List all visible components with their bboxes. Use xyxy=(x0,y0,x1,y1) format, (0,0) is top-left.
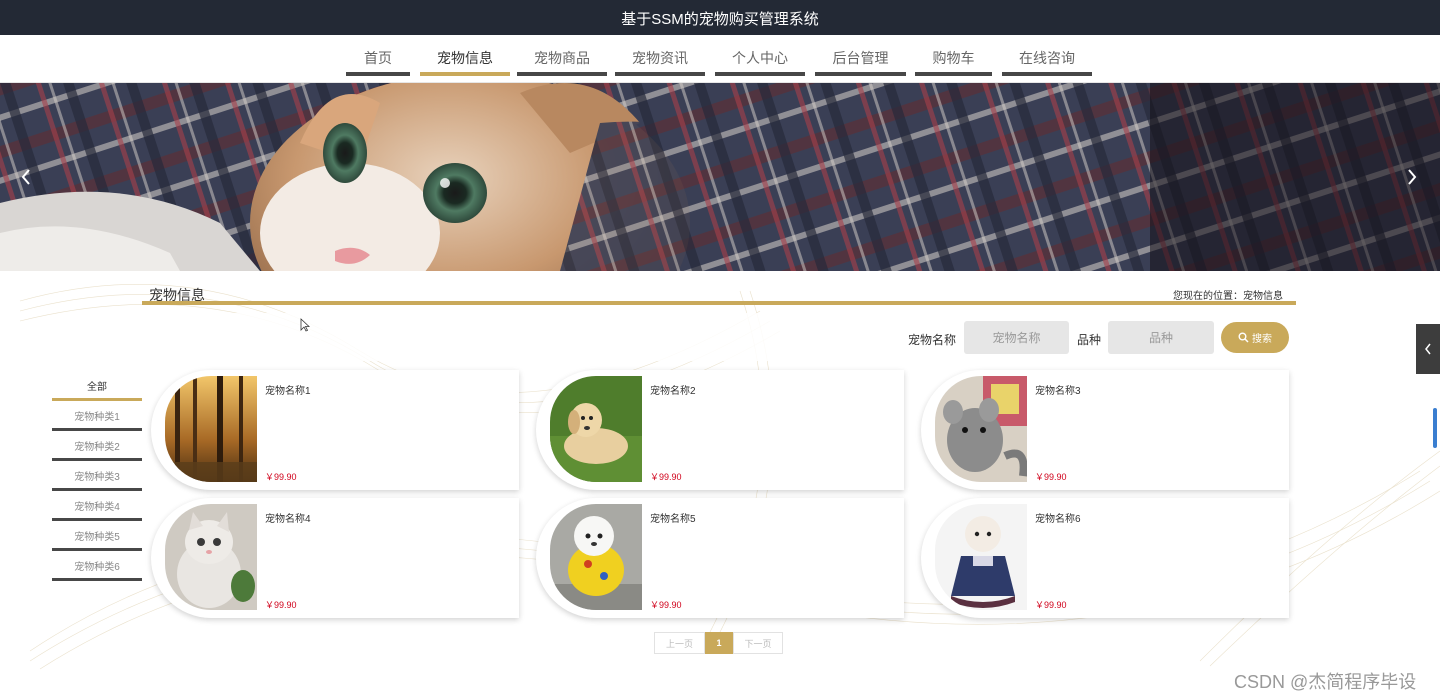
banner-prev-arrow[interactable] xyxy=(6,83,46,271)
kitten-photo[interactable] xyxy=(165,504,257,610)
category-item-2[interactable]: 宠物种类2 xyxy=(52,441,142,461)
product-price: ￥99.90 xyxy=(265,472,297,482)
watermark-text: CSDN @杰简程序毕设 xyxy=(1234,672,1417,692)
category-item-3[interactable]: 宠物种类3 xyxy=(52,471,142,491)
chevron-left-icon xyxy=(1425,343,1431,355)
product-price: ￥99.90 xyxy=(1035,600,1067,610)
forest-photo[interactable] xyxy=(165,376,257,482)
top-bar: 基于SSM的宠物购买管理系统 xyxy=(0,0,1440,35)
product-price: ￥99.90 xyxy=(650,472,682,482)
product-name[interactable]: 宠物名称1 xyxy=(265,382,311,397)
product-card[interactable]: 宠物名称4 ￥99.90 xyxy=(151,498,519,618)
category-item-5[interactable]: 宠物种类5 xyxy=(52,531,142,551)
section-divider xyxy=(142,301,1296,305)
breed-input[interactable] xyxy=(1108,321,1214,354)
search-button[interactable]: 搜索 xyxy=(1221,322,1289,353)
nav-item-pet-news[interactable]: 宠物资讯 xyxy=(615,35,705,76)
page-number-current[interactable]: 1 xyxy=(705,632,733,654)
chevron-left-icon xyxy=(21,169,30,185)
pet-name-input[interactable] xyxy=(964,321,1069,354)
nav-item-consult[interactable]: 在线咨询 xyxy=(1002,35,1092,76)
product-price: ￥99.90 xyxy=(265,600,297,610)
mouse-cursor-icon xyxy=(300,318,310,332)
product-name[interactable]: 宠物名称3 xyxy=(1035,382,1081,397)
pet-name-label: 宠物名称 xyxy=(908,333,957,347)
banner-next-arrow[interactable] xyxy=(1392,83,1432,271)
product-name[interactable]: 宠物名称6 xyxy=(1035,510,1081,525)
nav-item-pet-goods[interactable]: 宠物商品 xyxy=(517,35,607,76)
scroll-indicator[interactable] xyxy=(1433,408,1437,448)
product-card[interactable]: 宠物名称3 ￥99.90 xyxy=(921,370,1289,490)
product-card[interactable]: 宠物名称6 ￥99.90 xyxy=(921,498,1289,618)
product-name[interactable]: 宠物名称4 xyxy=(265,510,311,525)
nav-item-profile[interactable]: 个人中心 xyxy=(715,35,805,76)
puppy-photo[interactable] xyxy=(550,376,642,482)
pagination: 上一页 1 下一页 xyxy=(654,632,783,654)
side-panel-toggle[interactable] xyxy=(1416,324,1440,374)
prev-page-button[interactable]: 上一页 xyxy=(654,632,705,654)
nav-item-pet-info[interactable]: 宠物信息 xyxy=(420,35,510,76)
search-icon xyxy=(1238,332,1249,343)
category-item-1[interactable]: 宠物种类1 xyxy=(52,411,142,431)
site-title: 基于SSM的宠物购买管理系统 xyxy=(621,11,819,28)
poodle-dress-photo[interactable] xyxy=(935,504,1027,610)
banner-cat-photo xyxy=(0,83,1440,271)
product-card[interactable]: 宠物名称5 ￥99.90 xyxy=(536,498,904,618)
chevron-right-icon xyxy=(1408,169,1417,185)
product-price: ￥99.90 xyxy=(650,600,682,610)
nav-item-cart[interactable]: 购物车 xyxy=(915,35,992,76)
category-item-6[interactable]: 宠物种类6 xyxy=(52,561,142,581)
poodle-photo[interactable] xyxy=(550,504,642,610)
product-name[interactable]: 宠物名称5 xyxy=(650,510,696,525)
product-card[interactable]: 宠物名称2 ￥99.90 xyxy=(536,370,904,490)
category-all[interactable]: 全部 xyxy=(52,381,142,401)
search-button-label: 搜索 xyxy=(1252,334,1272,345)
nav-item-admin[interactable]: 后台管理 xyxy=(815,35,906,76)
banner-carousel[interactable] xyxy=(0,83,1440,271)
chinchilla-photo[interactable] xyxy=(935,376,1027,482)
next-page-button[interactable]: 下一页 xyxy=(733,632,783,654)
category-item-4[interactable]: 宠物种类4 xyxy=(52,501,142,521)
product-name[interactable]: 宠物名称2 xyxy=(650,382,696,397)
breed-label: 品种 xyxy=(1077,333,1102,347)
breadcrumb: 您现在的位置：宠物信息 xyxy=(1173,287,1283,302)
nav-item-home[interactable]: 首页 xyxy=(346,35,410,76)
product-price: ￥99.90 xyxy=(1035,472,1067,482)
product-card[interactable]: 宠物名称1 ￥99.90 xyxy=(151,370,519,490)
main-nav: 首页 宠物信息 宠物商品 宠物资讯 个人中心 后台管理 购物车 在线咨询 xyxy=(0,35,1440,83)
